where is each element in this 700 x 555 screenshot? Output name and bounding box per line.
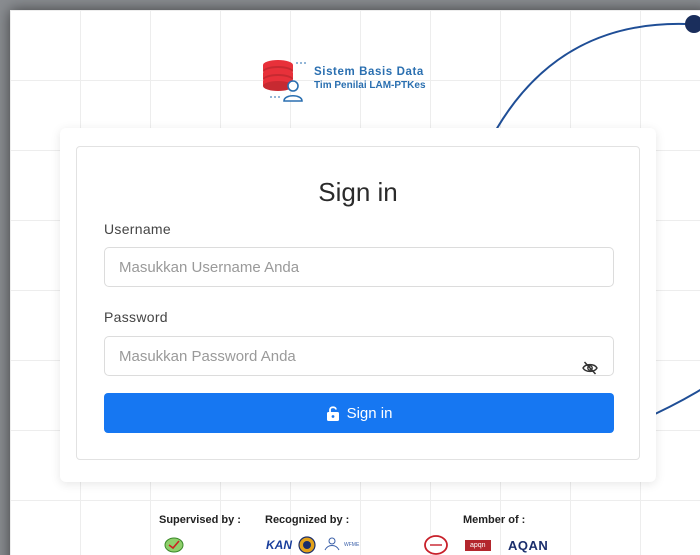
supervisor-logo (164, 535, 184, 555)
username-input[interactable] (104, 247, 614, 287)
circle-logo (424, 535, 448, 555)
member-label: Member of : (463, 514, 526, 526)
sign-in-button[interactable]: Sign in (104, 393, 614, 433)
brand-logo: Sistem Basis Data Tim Penilai LAM-PTKes (260, 53, 470, 105)
supervised-label: Supervised by : (159, 514, 241, 526)
password-input[interactable] (104, 336, 614, 376)
password-label: Password (104, 309, 168, 325)
brand-title: Sistem Basis Data (314, 66, 424, 78)
login-card: Sign in Username Password Sign in (60, 128, 656, 482)
database-user-icon (263, 60, 308, 102)
aqan-logo: AQAN (508, 537, 549, 553)
recognized-label: Recognized by : (265, 514, 350, 526)
unlock-icon (326, 406, 339, 421)
kan-logo: KAN (266, 538, 292, 552)
username-label: Username (104, 221, 171, 237)
sign-in-button-label: Sign in (346, 404, 393, 422)
login-page: Sistem Basis Data Tim Penilai LAM-PTKes … (10, 10, 700, 555)
eye-slash-icon[interactable] (579, 357, 601, 379)
apqn-logo: apqn (465, 535, 491, 555)
brand-subtitle: Tim Penilai LAM-PTKes (314, 80, 426, 91)
seal-logo (298, 535, 316, 555)
login-form: Sign in Username Password Sign in (76, 146, 640, 460)
wfme-logo: WFME (322, 535, 359, 555)
page-title: Sign in (318, 177, 398, 207)
